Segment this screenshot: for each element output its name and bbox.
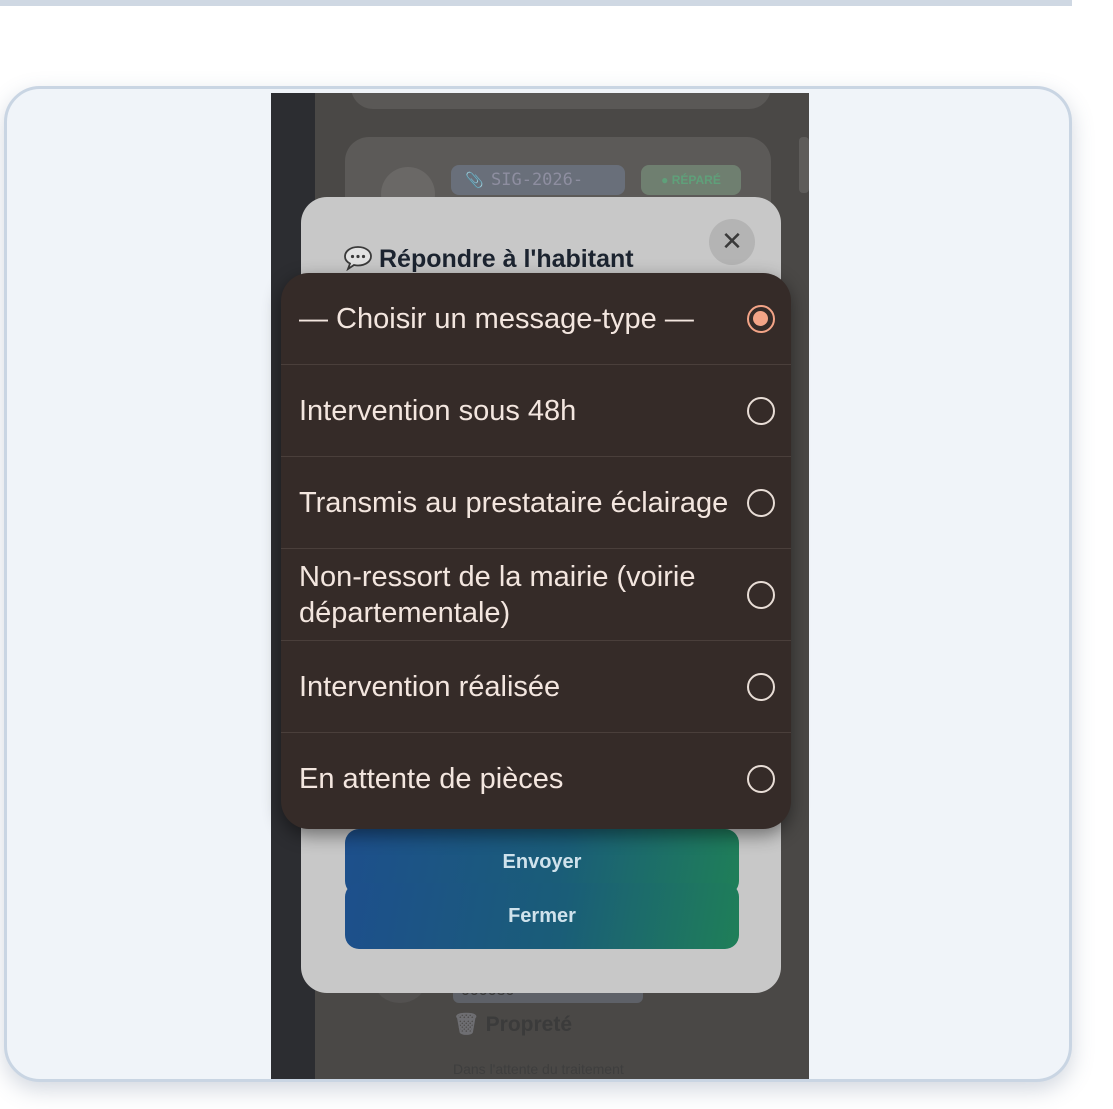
close-button[interactable]: Fermer <box>345 883 739 949</box>
radio-icon[interactable] <box>747 765 775 793</box>
radio-icon[interactable] <box>747 488 775 517</box>
radio-selected-icon[interactable] <box>747 304 775 333</box>
status-badge: ● RÉPARÉ <box>641 165 741 195</box>
report-subtext: Dans l'attente du traitement <box>453 1061 624 1077</box>
option-choose-template[interactable]: — Choisir un message-type — <box>281 273 791 365</box>
option-awaiting-parts[interactable]: En attente de pièces <box>281 733 791 825</box>
option-label: Intervention réalisée <box>299 670 561 703</box>
speech-bubble-icon <box>343 245 373 272</box>
option-label: Intervention sous 48h <box>299 394 577 427</box>
option-label: Non-ressort de la mairie (voirie départe… <box>299 560 696 629</box>
background-card-top <box>351 93 771 109</box>
message-template-dropdown: — Choisir un message-type — Intervention… <box>281 273 791 829</box>
option-intervention-48h[interactable]: Intervention sous 48h <box>281 365 791 457</box>
option-transmitted-lighting[interactable]: Transmis au prestataire éclairage <box>281 457 791 549</box>
option-not-municipal[interactable]: Non-ressort de la mairie (voirie départe… <box>281 549 791 641</box>
radio-icon[interactable] <box>747 672 775 701</box>
modal-title: Répondre à l'habitant <box>343 245 634 274</box>
paperclip-icon: 📎 <box>465 171 484 189</box>
option-label: Transmis au prestataire éclairage <box>299 486 729 519</box>
scrollbar <box>799 137 809 193</box>
top-divider <box>0 0 1072 6</box>
option-label: — Choisir un message-type — <box>299 302 694 335</box>
radio-icon[interactable] <box>747 396 775 425</box>
close-icon[interactable]: ✕ <box>709 219 755 265</box>
radio-icon[interactable] <box>747 580 775 609</box>
report-id-tag: 📎 SIG-2026- <box>451 165 625 195</box>
option-intervention-done[interactable]: Intervention réalisée <box>281 641 791 733</box>
category-label: 🗑 Propreté <box>453 1013 573 1036</box>
trash-icon: 🗑 <box>453 1013 480 1036</box>
option-label: En attente de pièces <box>299 763 564 795</box>
